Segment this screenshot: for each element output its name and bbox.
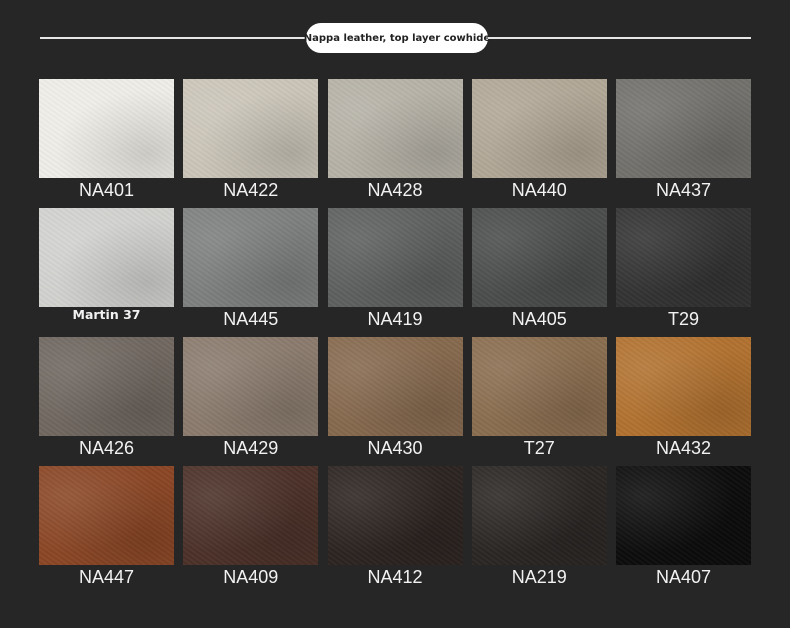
header-title: Nappa leather, top layer cowhide	[304, 23, 490, 53]
swatch-label: NA422	[223, 180, 279, 200]
swatch-card[interactable]: NA219	[471, 466, 607, 595]
swatch-card[interactable]: NA447	[39, 466, 174, 595]
swatch-label: NA426	[78, 438, 135, 458]
swatch-label: NA419	[367, 309, 423, 329]
swatch-label: NA428	[367, 180, 423, 200]
leather-swatch	[327, 466, 463, 565]
swatch-label: NA219	[511, 567, 567, 587]
leather-swatch	[471, 337, 607, 436]
swatch-label: NA412	[367, 567, 423, 587]
swatch-label: Martin 37	[72, 307, 141, 322]
leather-swatch	[183, 337, 319, 436]
leather-swatch	[327, 208, 463, 307]
swatch-label: NA447	[78, 567, 135, 587]
leather-swatch	[471, 466, 607, 565]
swatch-label: NA440	[511, 180, 567, 200]
swatch-card[interactable]: NA409	[183, 466, 319, 595]
leather-swatch	[327, 337, 463, 436]
swatch-grid: NA401 NA422 NA428 NA440 NA437 Martin 37 …	[39, 79, 751, 595]
swatch-card[interactable]: NA405	[471, 208, 607, 337]
swatch-card[interactable]: NA440	[471, 79, 607, 208]
swatch-label: NA430	[367, 438, 423, 458]
swatch-card[interactable]: Martin 37	[39, 208, 174, 337]
leather-swatch	[39, 208, 174, 307]
swatch-label: NA437	[655, 180, 712, 200]
leather-swatch	[471, 79, 607, 178]
header-divider-left	[40, 37, 306, 39]
swatch-label: NA405	[511, 309, 567, 329]
swatch-card[interactable]: NA426	[39, 337, 174, 466]
leather-swatch	[183, 466, 319, 565]
leather-swatch	[327, 79, 463, 178]
swatch-card[interactable]: NA412	[327, 466, 463, 595]
swatch-card[interactable]: T29	[616, 208, 751, 337]
leather-swatch	[39, 466, 174, 565]
swatch-label: NA407	[655, 567, 712, 587]
leather-swatch	[471, 208, 607, 307]
swatch-card[interactable]: NA419	[327, 208, 463, 337]
swatch-card[interactable]: NA437	[616, 79, 751, 208]
swatch-label: NA401	[78, 180, 135, 200]
leather-swatch	[616, 466, 751, 565]
leather-swatch	[183, 79, 319, 178]
swatch-label: NA409	[223, 567, 279, 587]
swatch-card[interactable]: NA407	[616, 466, 751, 595]
leather-swatch	[39, 337, 174, 436]
swatch-card[interactable]: NA401	[39, 79, 174, 208]
swatch-card[interactable]: NA432	[616, 337, 751, 466]
swatch-card[interactable]: NA428	[327, 79, 463, 208]
swatch-label: NA432	[655, 438, 712, 458]
leather-swatch	[616, 337, 751, 436]
swatch-card[interactable]: T27	[471, 337, 607, 466]
swatch-label: T29	[667, 309, 700, 329]
swatch-label: T27	[523, 438, 555, 458]
swatch-label: NA429	[223, 438, 279, 458]
leather-swatch	[616, 79, 751, 178]
swatch-card[interactable]: NA430	[327, 337, 463, 466]
leather-swatch	[616, 208, 751, 307]
swatch-card[interactable]: NA445	[183, 208, 319, 337]
leather-swatch	[39, 79, 174, 178]
swatch-label: NA445	[223, 309, 279, 329]
swatch-card[interactable]: NA422	[183, 79, 319, 208]
header-divider-right	[488, 37, 751, 39]
swatch-card[interactable]: NA429	[183, 337, 319, 466]
leather-swatch	[183, 208, 319, 307]
